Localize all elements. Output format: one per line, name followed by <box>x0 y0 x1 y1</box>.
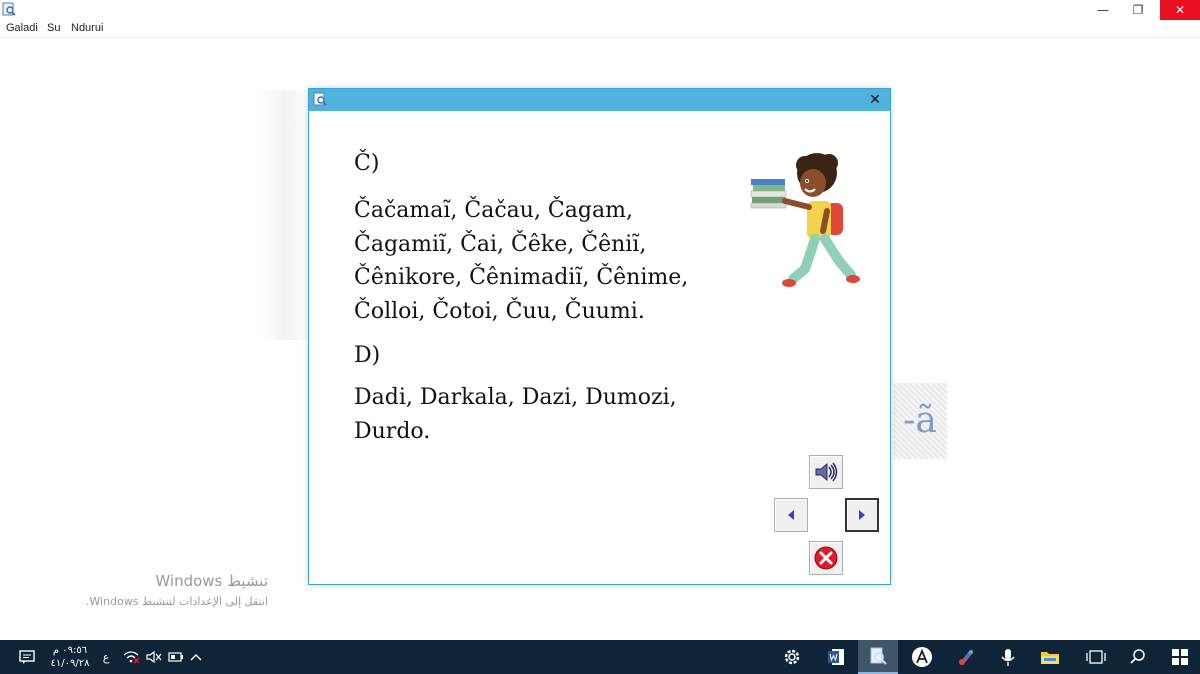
app-icon <box>870 647 887 665</box>
search-icon <box>1130 649 1145 664</box>
word-line: Čênikore, Čênimadiĩ, Čênime, <box>354 265 689 290</box>
taskbar-clock[interactable]: ٠٩:٥٦ م ٤١/٠٩/٢٨ <box>44 640 96 674</box>
word-line: Čolloi, Čotoi, Čuu, Čuumi. <box>354 298 645 324</box>
windows-logo-icon <box>1172 649 1188 665</box>
word-line: Čagamiĩ, Čai, Čêke, Čêniĩ, <box>354 231 647 257</box>
microphone-icon <box>1001 649 1015 666</box>
notifications-button[interactable] <box>12 640 42 674</box>
language-indicator[interactable]: ع <box>96 640 116 674</box>
taskbar: ٠٩:٥٦ م ٤١/٠٩/٢٨ ع <box>0 640 1200 674</box>
taskbar-file-explorer[interactable] <box>1030 640 1070 674</box>
exit-button[interactable] <box>809 541 843 575</box>
network-disconnected-icon <box>123 651 140 664</box>
menu-galadi[interactable]: Galadi <box>6 22 38 34</box>
activate-windows-subtitle: انتقل إلى الإعدادات لتنشيط Windows. <box>85 595 268 608</box>
gear-icon <box>784 649 800 665</box>
word-list-dialog: ✕ Č) Čačamaĩ, Čačau, Čagam, Čagamiĩ, Čai… <box>308 88 891 585</box>
menu-ndurui[interactable]: Ndurui <box>71 22 103 34</box>
app-icon <box>313 92 327 106</box>
sound-button[interactable] <box>809 455 843 489</box>
clock-time: ٠٩:٥٦ م <box>52 645 88 656</box>
paint-icon <box>959 650 973 665</box>
word-line: Dadi, Darkala, Dazi, Dumozi, <box>354 385 677 410</box>
word-line: Čačamaĩ, Čačau, Čagam, <box>354 198 633 223</box>
menu-bar: Galadi Su Ndurui <box>0 20 1200 38</box>
triangle-left-icon <box>788 510 794 520</box>
main-titlebar: — ❐ ✕ <box>0 0 1200 20</box>
letter-a-icon <box>912 647 932 667</box>
section-heading-d: D) <box>354 343 381 368</box>
task-view-icon <box>1086 650 1106 664</box>
battery-icon <box>168 652 183 662</box>
next-page-button[interactable] <box>845 498 879 532</box>
word-icon <box>828 649 844 665</box>
section-heading-c: Č) <box>354 151 380 176</box>
network-button[interactable] <box>120 640 142 674</box>
speaker-icon <box>815 462 838 482</box>
word-list-d: Dadi, Darkala, Dazi, Dumozi, Durdo. <box>354 381 704 448</box>
app-icon <box>2 2 16 16</box>
folder-icon <box>1041 652 1059 664</box>
app-window: — ❐ ✕ Galadi Su Ndurui -ã تنشيط Windows … <box>0 0 1200 640</box>
chevron-up-icon <box>190 654 202 661</box>
word-list-c: Čačamaĩ, Čačau, Čagam, Čagamiĩ, Čai, Čêk… <box>354 194 704 328</box>
close-window-button[interactable]: ✕ <box>1160 0 1200 20</box>
volume-button[interactable] <box>144 640 164 674</box>
search-button[interactable] <box>1118 640 1158 674</box>
taskbar-typing-app[interactable] <box>902 640 942 674</box>
taskbar-settings[interactable] <box>772 640 812 674</box>
clock-date: ٤١/٠٩/٢٨ <box>50 658 90 669</box>
restore-button[interactable]: ❐ <box>1115 0 1161 20</box>
taskbar-active-app[interactable] <box>858 640 898 674</box>
student-with-books-illustration <box>750 153 860 287</box>
background-faint-content <box>260 90 310 340</box>
start-button[interactable] <box>1160 640 1200 674</box>
show-hidden-icons-button[interactable] <box>187 640 205 674</box>
taskbar-voice-app[interactable] <box>988 640 1028 674</box>
battery-button[interactable] <box>166 640 186 674</box>
dialog-close-button[interactable]: ✕ <box>864 89 886 111</box>
notification-icon <box>19 650 35 664</box>
activate-windows-title: تنشيط Windows <box>155 572 268 590</box>
triangle-right-icon <box>859 510 865 520</box>
background-letter-card: -ã <box>893 383 947 459</box>
taskbar-paint-app[interactable] <box>946 640 986 674</box>
close-circle-icon <box>814 546 838 570</box>
dialog-body: Č) Čačamaĩ, Čačau, Čagam, Čagamiĩ, Čai, … <box>309 111 890 584</box>
task-view-button[interactable] <box>1076 640 1116 674</box>
menu-su[interactable]: Su <box>47 22 60 34</box>
taskbar-word[interactable] <box>816 640 856 674</box>
volume-muted-icon <box>146 650 162 664</box>
dialog-titlebar: ✕ <box>309 89 890 111</box>
previous-page-button[interactable] <box>774 498 808 532</box>
word-line: Durdo. <box>354 418 431 444</box>
